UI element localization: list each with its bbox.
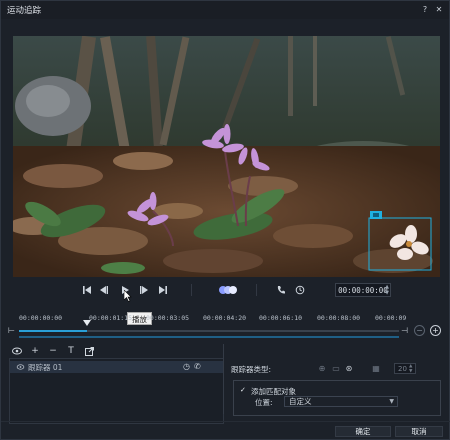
- motion-tracking-window: 运动追踪 ? ✕ 00:00:00:00 ▲ ▼ 播放 00:00:00:00 …: [0, 0, 450, 440]
- trim-start-handle[interactable]: ⊢: [8, 326, 16, 336]
- text-tracker-icon[interactable]: T: [66, 346, 76, 356]
- visibility-eye-icon[interactable]: [16, 364, 25, 370]
- ruler-tick: 00:00:09: [375, 314, 407, 322]
- add-tracker-icon[interactable]: +: [30, 346, 40, 356]
- skip-end-icon: [159, 286, 167, 294]
- list-item[interactable]: 跟踪器 01 ◷ ✆: [10, 361, 223, 373]
- close-button[interactable]: ✕: [433, 3, 445, 15]
- ruler-tick: 00:00:06:10: [259, 314, 303, 322]
- phone-icon: ✆: [194, 362, 201, 371]
- remove-tracker-icon[interactable]: −: [48, 346, 58, 356]
- area-tracker-icon[interactable]: ▭: [331, 363, 341, 373]
- track-motion-button[interactable]: [217, 283, 239, 297]
- cancel-button[interactable]: 取消: [395, 426, 443, 437]
- mouse-pointer-icon: [124, 290, 132, 302]
- ok-button[interactable]: 确定: [335, 426, 391, 437]
- tracker-type-label: 跟踪器类型:: [231, 365, 272, 374]
- multi-point-tracker-icon[interactable]: ⊛: [344, 363, 354, 373]
- previous-frame-button[interactable]: [97, 283, 111, 297]
- zoom-out-button[interactable]: −: [414, 325, 425, 336]
- chevron-down-icon: ▼: [389, 398, 394, 405]
- trim-end-handle[interactable]: ⊣: [401, 326, 408, 335]
- timecode-spinner[interactable]: ▲ ▼: [384, 284, 390, 296]
- step-forward-icon: [140, 286, 148, 294]
- tracker-name: 跟踪器 01: [28, 363, 63, 372]
- position-select[interactable]: 自定义 ▼: [284, 396, 398, 407]
- step-back-icon: [100, 286, 108, 294]
- panel-divider: [223, 344, 224, 414]
- window-title: 运动追踪: [7, 6, 42, 16]
- export-icon[interactable]: [84, 346, 94, 356]
- add-match-object-checkbox[interactable]: ✓: [240, 387, 247, 394]
- timecode-field[interactable]: 00:00:00:00: [335, 283, 391, 297]
- zoom-in-button[interactable]: +: [430, 325, 441, 336]
- eye-icon[interactable]: [12, 346, 22, 356]
- scrub-progress: [19, 330, 88, 332]
- skip-start-icon: [83, 286, 91, 294]
- transport-bar: 00:00:00:00 ▲ ▼: [13, 278, 440, 302]
- phone-icon: [277, 286, 285, 294]
- footer-divider: [1, 421, 450, 422]
- timeline-scrubber[interactable]: ⊢ ⊣ − +: [1, 320, 450, 339]
- size-spinner[interactable]: ▲ ▼: [409, 364, 415, 374]
- clock-icon: ◷: [183, 362, 190, 371]
- point-tracker-icon[interactable]: ⊕: [317, 363, 327, 373]
- trim-range-bar[interactable]: [19, 336, 399, 338]
- ruler-tick: 00:00:03:05: [146, 314, 190, 322]
- ruler-tick: 00:00:08:00: [317, 314, 361, 322]
- go-to-start-button[interactable]: [80, 283, 94, 297]
- next-frame-button[interactable]: [137, 283, 151, 297]
- history-button[interactable]: [293, 283, 307, 297]
- go-to-end-button[interactable]: [156, 283, 170, 297]
- ruler-tick: 00:00:04:20: [203, 314, 247, 322]
- tracker-list: 跟踪器 01 ◷ ✆: [9, 358, 224, 424]
- ruler-tick: 00:00:00:00: [19, 314, 63, 322]
- tracker-toolbar: + − T: [9, 344, 224, 358]
- title-bar: 运动追踪 ? ✕: [1, 1, 449, 19]
- mosaic-icon[interactable]: ▦: [371, 363, 381, 373]
- help-button[interactable]: ?: [419, 3, 431, 15]
- window-controls: ? ✕: [419, 3, 445, 15]
- playhead-icon[interactable]: [83, 320, 92, 328]
- position-value: 自定义: [289, 397, 312, 406]
- transport-divider-2: [256, 284, 257, 296]
- position-label: 位置:: [255, 398, 273, 407]
- clock-icon: [295, 285, 305, 295]
- phone-button[interactable]: [274, 283, 288, 297]
- transport-divider: [191, 284, 192, 296]
- video-preview[interactable]: [13, 36, 440, 277]
- track-dots-icon: [219, 286, 237, 294]
- ruler-tick: 00:00:01:15: [89, 314, 133, 322]
